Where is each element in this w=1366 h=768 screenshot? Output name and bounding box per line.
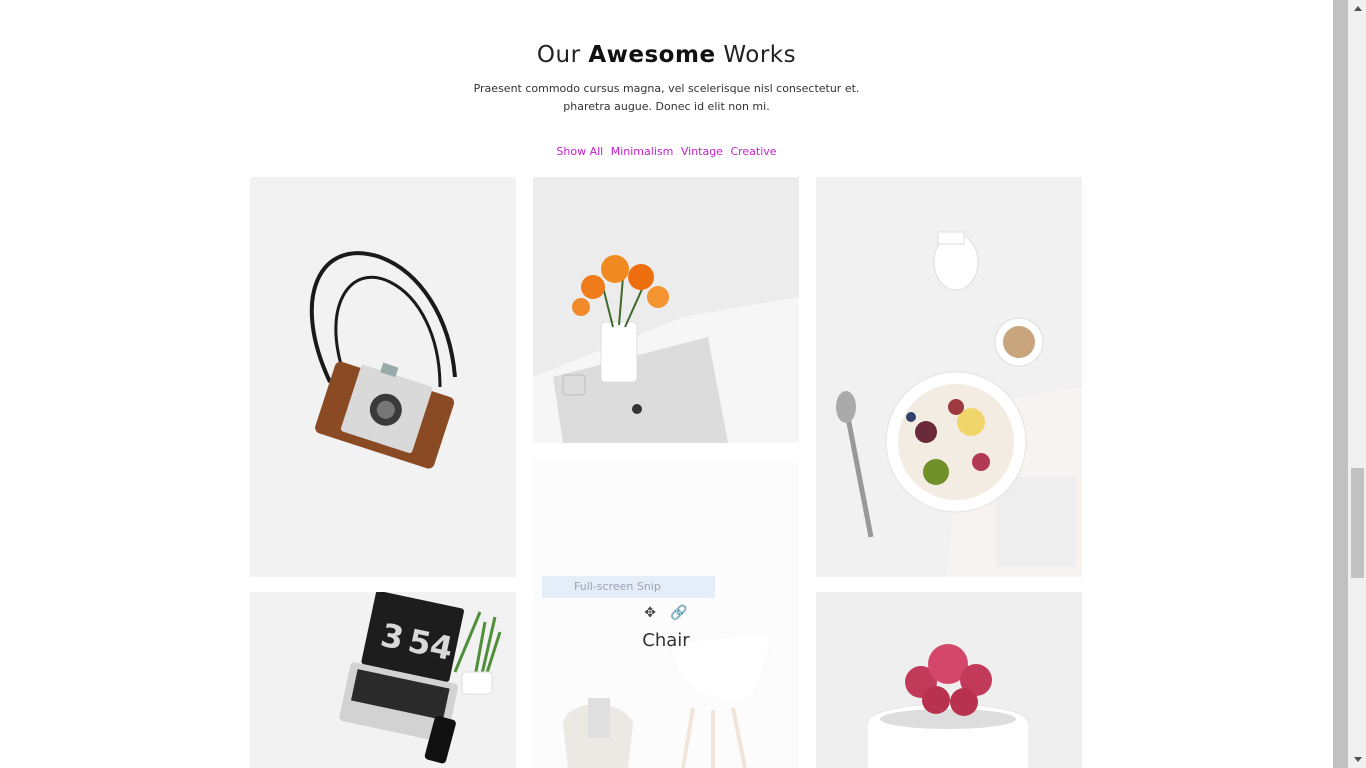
portfolio-item-flowers[interactable] [533,177,799,443]
portfolio-item-breakfast[interactable] [816,177,1082,577]
move-icon[interactable]: ✥ [644,605,656,621]
filter-vintage[interactable]: Vintage [681,145,723,158]
scroll-thumb[interactable] [1351,468,1364,578]
laptop-image: 3 54 [250,592,516,768]
snip-tooltip: Full-screen Snip [542,576,715,598]
filter-creative[interactable]: Creative [730,145,776,158]
portfolio-filters: Show All Minimalism Vintage Creative [0,145,1333,158]
item-title[interactable]: Chair [533,630,799,651]
filter-minimalism[interactable]: Minimalism [611,145,674,158]
title-pre: Our [536,42,581,68]
portfolio-item-laptop[interactable]: 3 54 [250,592,516,768]
filter-show-all[interactable]: Show All [556,145,603,158]
scroll-track[interactable] [1348,0,1366,768]
portfolio-item-chair[interactable]: Full-screen Snip ✥ 🔗 Chair [533,458,799,768]
overlay-icons: ✥ 🔗 [533,605,799,621]
section-title: Our Awesome Works [0,42,1333,68]
portfolio-item-camera[interactable] [250,177,516,577]
subtitle-line-2: pharetra augue. Donec id elit non mi. [563,100,770,113]
cactus-image [816,592,1082,768]
subtitle-line-1: Praesent commodo cursus magna, vel scele… [473,82,860,95]
title-post: Works [723,42,797,68]
portfolio-item-cactus[interactable] [816,592,1082,768]
link-icon[interactable]: 🔗 [670,605,687,621]
title-bold: Awesome [588,42,716,68]
hover-overlay: Full-screen Snip ✥ 🔗 Chair [533,458,799,768]
flowers-image [533,177,799,443]
scroll-down-icon[interactable] [1354,757,1362,762]
portfolio-page: Our Awesome Works Praesent commodo cursu… [0,0,1366,768]
section-subtitle: Praesent commodo cursus magna, vel scele… [0,80,1333,116]
scroll-up-icon[interactable] [1354,6,1362,11]
camera-image [250,177,516,577]
scroll-shadow [1333,0,1348,768]
vertical-scrollbar[interactable] [1333,0,1366,768]
breakfast-image [816,177,1082,577]
